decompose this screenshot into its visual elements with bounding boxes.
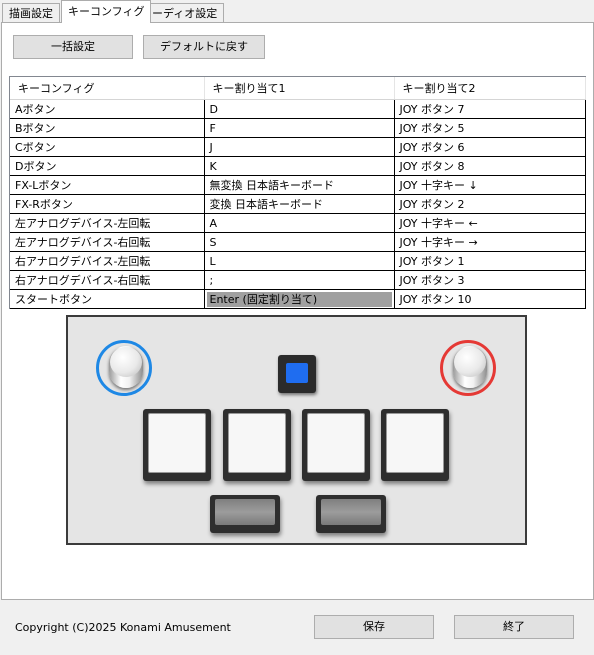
copyright-text: Copyright (C)2025 Konami Amusement: [15, 621, 231, 634]
bt-a-button-graphic: [143, 409, 211, 481]
key-assign-2-cell[interactable]: JOY ボタン 2: [394, 194, 586, 214]
key-config-table: キーコンフィグ キー割り当て1 キー割り当て2 Aボタン D JOY ボタン 7 Bボ…: [9, 76, 586, 309]
bt-d-button-graphic: [381, 409, 449, 481]
right-analog-knob: [440, 340, 496, 396]
key-assign-2-cell[interactable]: JOY ボタン 8: [394, 156, 586, 176]
fx-l-button-graphic: [210, 495, 280, 533]
table-header: キーコンフィグ キー割り当て1 キー割り当て2: [10, 77, 586, 100]
key-assign-2-cell[interactable]: JOY 十字キー ←: [394, 213, 586, 233]
config-name-cell: 右アナログデバイス-右回転: [10, 270, 205, 290]
table-row[interactable]: Aボタン D JOY ボタン 7: [10, 99, 586, 119]
fixed-assignment: Enter (固定割り当て): [206, 291, 392, 307]
table-row[interactable]: スタートボタン Enter (固定割り当て) JOY ボタン 10: [10, 289, 586, 309]
key-assign-2-cell[interactable]: JOY ボタン 5: [394, 118, 586, 138]
start-button-graphic: [278, 355, 316, 393]
table-row[interactable]: Cボタン J JOY ボタン 6: [10, 137, 586, 157]
tab-bar: 描画設定 キーコンフィグ オーディオ設定: [0, 0, 594, 23]
tab-key-config[interactable]: キーコンフィグ: [61, 0, 152, 23]
table-row[interactable]: 右アナログデバイス-左回転 L JOY ボタン 1: [10, 251, 586, 271]
table-row[interactable]: 右アナログデバイス-右回転; JOY ボタン 3: [10, 270, 586, 290]
config-name-cell: Bボタン: [10, 118, 205, 138]
key-assign-2-cell[interactable]: JOY ボタン 1: [394, 251, 586, 271]
fx-r-button-graphic: [316, 495, 386, 533]
bt-c-button-graphic: [302, 409, 370, 481]
key-assign-1-cell[interactable]: A: [204, 213, 395, 233]
table-row[interactable]: FX-Rボタン 変換 日本語キーボード JOY ボタン 2: [10, 194, 586, 214]
config-name-cell: Aボタン: [10, 99, 205, 119]
config-name-cell: スタートボタン: [10, 289, 205, 309]
table-row[interactable]: Dボタン K JOY ボタン 8: [10, 156, 586, 176]
key-assign-2-cell[interactable]: JOY ボタン 6: [394, 137, 586, 157]
key-assign-1-cell[interactable]: 変換 日本語キーボード: [204, 194, 395, 214]
config-name-cell: FX-Lボタン: [10, 175, 205, 195]
key-assign-1-cell[interactable]: ;: [204, 270, 395, 290]
table-row[interactable]: Bボタン F JOY ボタン 5: [10, 118, 586, 138]
tab-render-settings[interactable]: 描画設定: [2, 3, 60, 22]
config-name-cell: 左アナログデバイス-左回転: [10, 213, 205, 233]
table-row[interactable]: 左アナログデバイス-左回転 A JOY 十字キー ←: [10, 213, 586, 233]
left-analog-knob: [96, 340, 152, 396]
key-assign-1-cell[interactable]: D: [204, 99, 395, 119]
reset-default-button[interactable]: デフォルトに戻す: [143, 35, 265, 59]
key-assign-2-cell[interactable]: JOY 十字キー →: [394, 232, 586, 252]
key-assign-1-cell[interactable]: 無変換 日本語キーボード: [204, 175, 395, 195]
key-assign-2-cell[interactable]: JOY ボタン 10: [394, 289, 586, 309]
key-assign-1-cell[interactable]: S: [204, 232, 395, 252]
controller-diagram: [66, 315, 527, 545]
key-assign-2-cell[interactable]: JOY 十字キー ↓: [394, 175, 586, 195]
key-assign-1-cell[interactable]: J: [204, 137, 395, 157]
key-assign-2-cell[interactable]: JOY ボタン 3: [394, 270, 586, 290]
key-assign-2-cell[interactable]: JOY ボタン 7: [394, 99, 586, 119]
column-header[interactable]: キー割り当て1: [204, 77, 395, 100]
exit-button[interactable]: 終了: [454, 615, 574, 639]
save-button[interactable]: 保存: [314, 615, 434, 639]
key-assign-1-cell[interactable]: L: [204, 251, 395, 271]
table-row[interactable]: FX-Lボタン 無変換 日本語キーボード JOY 十字キー ↓: [10, 175, 586, 195]
table-row[interactable]: 左アナログデバイス-右回転 S JOY 十字キー →: [10, 232, 586, 252]
key-assign-1-cell[interactable]: Enter (固定割り当て): [204, 289, 395, 309]
bt-b-button-graphic: [223, 409, 291, 481]
config-name-cell: Cボタン: [10, 137, 205, 157]
bulk-set-button[interactable]: 一括設定: [13, 35, 133, 59]
key-assign-1-cell[interactable]: K: [204, 156, 395, 176]
config-name-cell: 右アナログデバイス-左回転: [10, 251, 205, 271]
config-name-cell: FX-Rボタン: [10, 194, 205, 214]
config-name-cell: Dボタン: [10, 156, 205, 176]
key-assign-1-cell[interactable]: F: [204, 118, 395, 138]
column-header[interactable]: キーコンフィグ: [10, 77, 205, 100]
column-header[interactable]: キー割り当て2: [394, 77, 586, 100]
config-name-cell: 左アナログデバイス-右回転: [10, 232, 205, 252]
